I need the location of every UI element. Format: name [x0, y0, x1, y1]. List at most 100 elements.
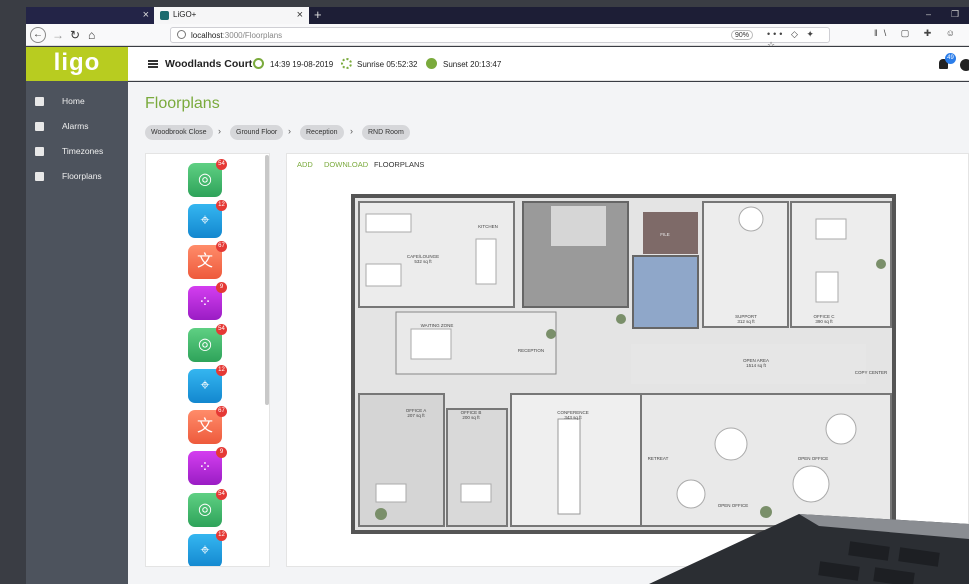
menu-icon[interactable]	[148, 60, 158, 68]
app-sidebar: ligo Home Alarms Timezones Floorplans	[26, 47, 128, 584]
back-icon[interactable]: ←	[30, 27, 46, 43]
device-badge: 54	[216, 489, 227, 500]
device-keypad[interactable]: ⁘ 9	[188, 447, 227, 485]
tab-floorplans[interactable]: FLOORPLANS	[374, 160, 424, 169]
ligo-logo: ligo	[26, 47, 128, 81]
device-translate[interactable]: 文 67	[188, 241, 227, 279]
plant-icon	[876, 259, 886, 269]
close-tab-icon[interactable]: ×	[143, 9, 149, 21]
device-translate[interactable]: 文 67	[188, 406, 227, 444]
floorplan-map[interactable]: KITCHEN CAFE/LOUNGE 532 sq ft FILE SUPPO…	[351, 194, 896, 534]
fingerprint-icon: ◎	[198, 501, 212, 518]
device-list[interactable]: ◎ 54 ⌖ 12 文 67 ⁘ 9 ◎ 54 ⌖ 12 文 67 ⁘ 9 ◎ …	[145, 153, 270, 567]
workstation-cluster	[714, 427, 748, 461]
browser-tab-strip: × LiGO+ × + – ❐	[26, 7, 969, 24]
device-badge: 9	[216, 447, 227, 458]
address-bar[interactable]: localhost:3000/Floorplans 90% ••• ◇ ✦ ☆	[170, 27, 830, 50]
clock-icon	[253, 58, 264, 69]
close-tab-icon[interactable]: ×	[297, 9, 303, 21]
room-area-office-c: 390 sq ft	[815, 319, 833, 324]
sidebar-item-floorplans[interactable]: Floorplans	[26, 167, 128, 187]
sidebar-item-alarms[interactable]: Alarms	[26, 117, 128, 137]
support-table	[738, 206, 764, 232]
sidebar-item-home[interactable]: Home	[26, 92, 128, 112]
workstation-cluster	[792, 465, 830, 503]
plant-icon	[546, 329, 556, 339]
tab-download[interactable]: DOWNLOAD	[324, 160, 368, 169]
forward-icon[interactable]: →	[52, 28, 64, 42]
device-list-scrollbar[interactable]	[265, 155, 269, 405]
device-wireless[interactable]: ⌖ 12	[188, 365, 227, 403]
keypad-icon: ⁘	[198, 459, 212, 476]
sunset-icon	[426, 58, 437, 69]
info-icon[interactable]	[177, 30, 186, 39]
floorplan-panel: ADD DOWNLOAD FLOORPLANS KITCHEN CAFE/LOU…	[286, 153, 969, 567]
room-area-conference: 343 sq ft	[564, 415, 582, 420]
office-b-desk	[460, 483, 492, 503]
cafe-tables	[365, 213, 412, 233]
wireless-reader-icon: ⌖	[200, 542, 210, 559]
room-label-file: FILE	[660, 232, 670, 237]
room-label-copy: COPY CENTER	[855, 370, 888, 375]
device-wireless[interactable]: ⌖ 12	[188, 200, 227, 238]
room-office-b[interactable]	[446, 408, 508, 527]
sunset-time: Sunset 20:13:47	[443, 60, 502, 69]
notification-badge: 49	[945, 53, 956, 64]
wireless-reader-icon: ⌖	[200, 212, 210, 229]
home-icon	[35, 97, 44, 106]
room-label-reception: RECEPTION	[518, 348, 544, 353]
restore-icon[interactable]: ❐	[951, 9, 959, 20]
tab-add[interactable]: ADD	[297, 160, 313, 169]
new-tab-icon[interactable]: +	[314, 7, 322, 22]
room-restrooms[interactable]	[632, 255, 699, 329]
device-badge: 12	[216, 200, 227, 211]
device-wireless[interactable]: ⌖ 12	[188, 530, 227, 566]
breadcrumb-woodbrook-close[interactable]: Woodbrook Close	[145, 125, 213, 140]
room-office-a[interactable]	[358, 393, 445, 527]
home-icon[interactable]: ⌂	[88, 28, 95, 42]
room-area-open-area: 1514 sq ft	[746, 363, 767, 368]
favicon-icon	[160, 11, 169, 20]
minimize-icon[interactable]: –	[926, 9, 931, 19]
browser-tab-active[interactable]: LiGO+ ×	[154, 7, 309, 24]
kitchen-counter	[475, 238, 497, 285]
url-text[interactable]: localhost:3000/Floorplans	[191, 31, 282, 40]
device-badge: 54	[216, 159, 227, 170]
translate-icon: 文	[196, 418, 213, 435]
browser-tab-inactive[interactable]: ×	[26, 7, 154, 24]
breadcrumb-ground-floor[interactable]: Ground Floor	[230, 125, 284, 140]
reload-icon[interactable]: ↻	[70, 28, 80, 42]
office-a-desk	[375, 483, 407, 503]
device-badge: 12	[216, 530, 227, 541]
chevron-right-icon: ›	[288, 126, 291, 136]
room-area-support: 312 sq ft	[737, 319, 755, 324]
conference-table	[557, 418, 581, 515]
sidebar-item-timezones[interactable]: Timezones	[26, 142, 128, 162]
room-file[interactable]	[643, 212, 698, 254]
device-badge: 12	[216, 365, 227, 376]
workstation-cluster	[676, 479, 706, 509]
avatar[interactable]	[960, 59, 969, 71]
mail-icon	[35, 122, 44, 131]
breadcrumb-reception[interactable]: Reception	[300, 125, 344, 140]
main-content: Floorplans Woodbrook Close › Ground Floo…	[128, 82, 969, 584]
zoom-level[interactable]: 90%	[731, 30, 753, 40]
translate-icon: 文	[196, 253, 213, 270]
device-fingerprint[interactable]: ◎ 54	[188, 159, 227, 197]
room-label-open-office: OPEN OFFICE	[798, 456, 829, 461]
device-badge: 67	[216, 406, 227, 417]
chevron-right-icon: ›	[218, 126, 221, 136]
device-keypad[interactable]: ⁘ 9	[188, 282, 227, 320]
toolbar-icons[interactable]: ‖\ ▢ ✚ ☺	[874, 28, 961, 39]
wireless-reader-icon: ⌖	[200, 377, 210, 394]
room-area-office-a: 207 sq ft	[407, 413, 425, 418]
sunrise-time: Sunrise 05:52:32	[357, 60, 418, 69]
waiting-sofa	[410, 328, 452, 360]
breadcrumb-rnd-room[interactable]: RND Room	[362, 125, 410, 140]
cafe-sofa	[365, 263, 402, 287]
device-fingerprint[interactable]: ◎ 54	[188, 324, 227, 362]
site-name[interactable]: Woodlands Court	[165, 58, 252, 70]
device-fingerprint[interactable]: ◎ 54	[188, 489, 227, 527]
tab-title: LiGO+	[173, 10, 197, 19]
room-area-cafe: 532 sq ft	[414, 259, 432, 264]
